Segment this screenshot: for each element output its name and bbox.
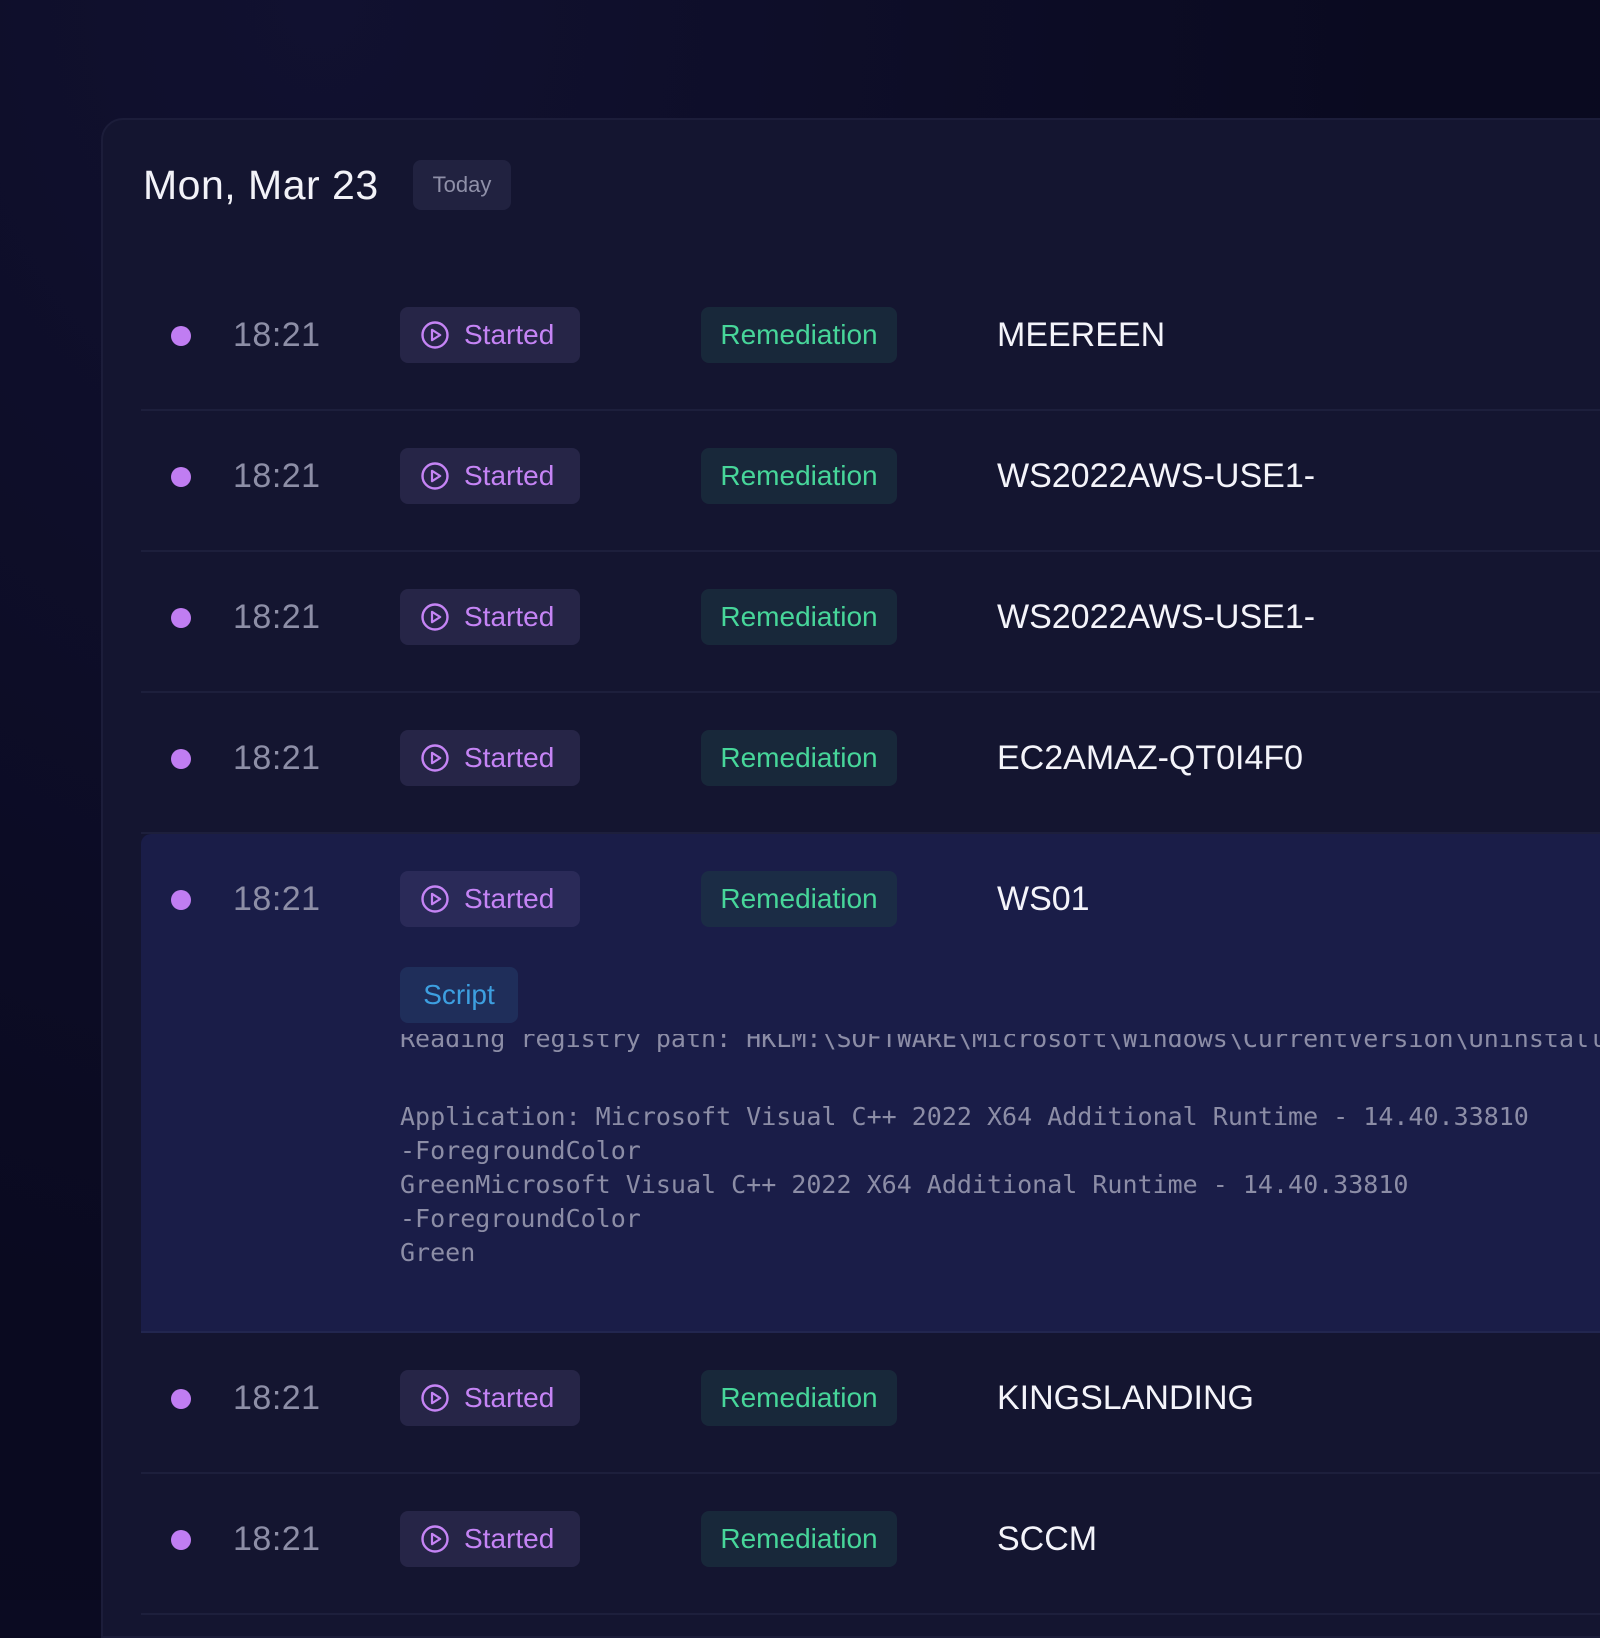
row-time: 18:21 [233,597,321,636]
status-badge: Started [400,1511,580,1567]
status-dot [171,1530,191,1550]
play-circle-icon [421,321,449,349]
host-name: WS2022AWS-USE1- [997,456,1316,495]
activity-list: 18:21 Started Remediation MEEREEN 18:21 … [141,270,1600,1615]
activity-row[interactable]: 18:21 Started Remediation SCCM [141,1474,1600,1615]
status-label: Started [464,1382,555,1413]
status-dot [171,326,191,346]
play-circle-icon [421,603,449,631]
host-name: EC2AMAZ-QT0I4F0 [997,738,1304,777]
today-badge: Today [412,160,512,210]
play-circle-icon [421,744,449,772]
host-name: WS01 [997,879,1090,918]
status-badge: Started [400,448,580,504]
script-output[interactable]: Reading registry path: HKLM:\SOFTWARE\Mi… [400,1034,1600,1294]
type-badge: Remediation [701,307,897,363]
row-time: 18:21 [233,738,321,777]
status-badge: Started [400,589,580,645]
status-label: Started [464,319,555,350]
host-name: KINGSLANDING [997,1378,1254,1417]
status-badge: Started [400,1370,580,1426]
row-time: 18:21 [233,879,321,918]
status-label: Started [464,883,555,914]
host-name: WS2022AWS-USE1- [997,597,1316,636]
activity-row[interactable]: 18:21 Started Remediation WS2022AWS-USE1… [141,411,1600,552]
status-label: Started [464,1523,555,1554]
type-badge: Remediation [701,1511,897,1567]
activity-row[interactable]: 18:21 Started Remediation WS2022AWS-USE1… [141,552,1600,693]
status-badge: Started [400,871,580,927]
activity-row[interactable]: 18:21 Started Remediation MEEREEN [141,270,1600,411]
day-title: Mon, Mar 23 [143,161,379,208]
script-output-text: Application: Microsoft Visual C++ 2022 X… [400,1102,1529,1267]
type-badge: Remediation [701,448,897,504]
play-circle-icon [421,1525,449,1553]
activity-row[interactable]: 18:21 Started Remediation KINGSLANDING [141,1333,1600,1474]
row-time: 18:21 [233,315,321,354]
status-label: Started [464,742,555,773]
script-output-clipped-line: Reading registry path: HKLM:\SOFTWARE\Mi… [400,1034,1600,1053]
play-circle-icon [421,885,449,913]
activity-panel: Mon, Mar 23 Today 18:21 Started Remediat… [101,118,1600,1638]
activity-row-expanded[interactable]: 18:21 Started Remediation WS01 Script Re… [141,834,1600,1333]
play-circle-icon [421,462,449,490]
status-dot [171,467,191,487]
type-badge: Remediation [701,871,897,927]
type-badge: Remediation [701,589,897,645]
status-badge: Started [400,730,580,786]
type-badge: Remediation [701,1370,897,1426]
status-dot [171,890,191,910]
type-badge: Remediation [701,730,897,786]
status-badge: Started [400,307,580,363]
play-circle-icon [421,1384,449,1412]
host-name: MEEREEN [997,315,1166,354]
activity-row[interactable]: 18:21 Started Remediation EC2AMAZ-QT0I4F… [141,693,1600,834]
status-label: Started [464,601,555,632]
row-time: 18:21 [233,1378,321,1417]
status-dot [171,608,191,628]
status-dot [171,1389,191,1409]
script-tab[interactable]: Script [400,967,518,1023]
host-name: SCCM [997,1519,1098,1558]
row-time: 18:21 [233,1519,321,1558]
day-header: Mon, Mar 23 Today [143,160,512,210]
status-label: Started [464,460,555,491]
row-time: 18:21 [233,456,321,495]
status-dot [171,749,191,769]
